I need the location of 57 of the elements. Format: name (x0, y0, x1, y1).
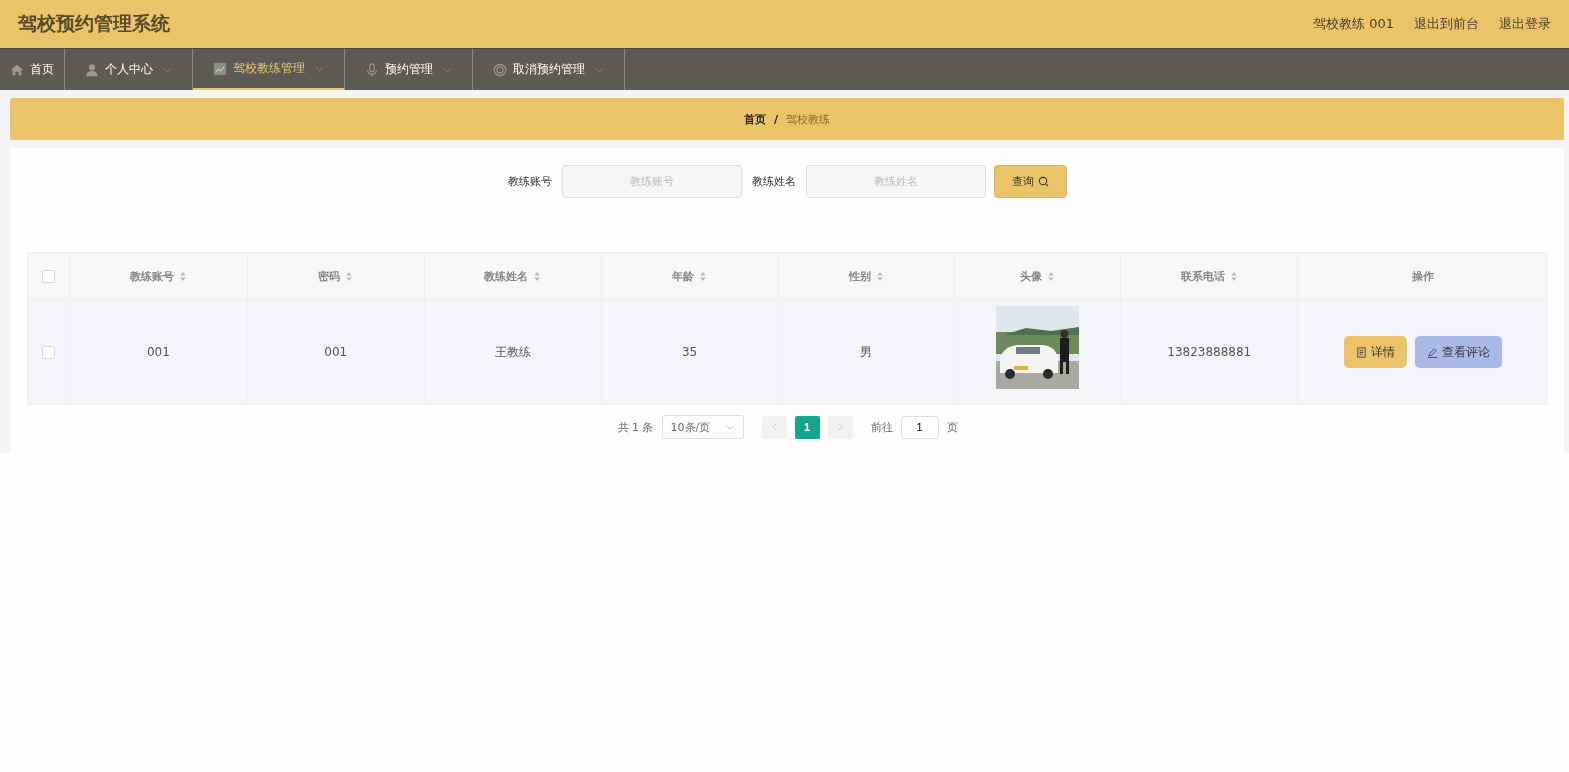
column-header[interactable]: 教练姓名 (484, 268, 529, 284)
breadcrumb-separator: / (774, 112, 778, 126)
chevron-left-icon (771, 423, 777, 431)
page-suffix: 页 (946, 419, 958, 435)
field-label: 教练姓名 (752, 173, 796, 189)
caret-icon (443, 66, 452, 73)
table-cell: 35 (681, 345, 698, 359)
sort-icon[interactable] (345, 270, 354, 282)
header-link[interactable]: 退出登录 (1499, 15, 1551, 33)
sort-icon[interactable] (1047, 270, 1056, 282)
home-icon (10, 62, 24, 77)
user-icon (85, 62, 99, 77)
table-cell: 13823888881 (1167, 345, 1252, 359)
column-header[interactable]: 联系电话 (1180, 268, 1225, 284)
table-cell: 男 (860, 343, 873, 361)
sort-icon[interactable] (699, 270, 708, 282)
sort-icon[interactable] (875, 270, 884, 282)
pencil-icon (1426, 346, 1438, 358)
review-button[interactable]: 查看评论 (1414, 336, 1502, 368)
microphone-icon (365, 62, 379, 77)
page-size-select[interactable]: 10条/页 (661, 415, 744, 439)
detail-button[interactable]: 详情 (1343, 336, 1407, 368)
chevron-right-icon (837, 423, 843, 431)
lifebuoy-icon (493, 62, 507, 77)
row-checkbox[interactable] (42, 345, 55, 359)
page-input[interactable]: 1 (900, 415, 939, 439)
table-cell: 王教练 (494, 343, 531, 361)
table-cell: 001 (324, 345, 348, 359)
document-icon (1355, 346, 1367, 358)
sort-icon[interactable] (178, 270, 187, 282)
app-title: 驾校预约管理系统 (18, 11, 170, 36)
breadcrumb-item[interactable]: 首页 (744, 111, 766, 127)
header-link[interactable]: 退出到前台 (1414, 15, 1479, 33)
breadcrumb-item: 驾校教练 (786, 111, 830, 127)
column-header: 操作 (1411, 268, 1434, 284)
caret-icon (163, 66, 172, 73)
column-header[interactable]: 密码 (318, 268, 341, 284)
column-header[interactable]: 头像 (1020, 268, 1043, 284)
caret-icon (726, 424, 735, 430)
column-header[interactable]: 教练账号 (129, 268, 174, 284)
chart-icon (213, 61, 227, 76)
caret-icon (595, 66, 604, 73)
table-cell: 001 (146, 345, 170, 359)
field-label: 教练账号 (508, 173, 552, 189)
sort-icon[interactable] (1229, 270, 1238, 282)
previous-page-button[interactable] (761, 415, 787, 439)
caret-icon (315, 65, 324, 72)
column-header[interactable]: 性别 (848, 268, 871, 284)
column-header[interactable]: 年龄 (672, 268, 695, 284)
select-all-checkbox[interactable] (42, 269, 55, 283)
goto-label: 前往 (870, 419, 893, 435)
header-link[interactable]: 驾校教练 001 (1313, 15, 1394, 33)
search-button[interactable]: 查询 (994, 164, 1067, 198)
search-icon (1038, 175, 1049, 187)
next-page-button[interactable] (827, 415, 853, 439)
total-count: 共 1 条 (617, 419, 654, 435)
sort-icon[interactable] (533, 270, 542, 282)
